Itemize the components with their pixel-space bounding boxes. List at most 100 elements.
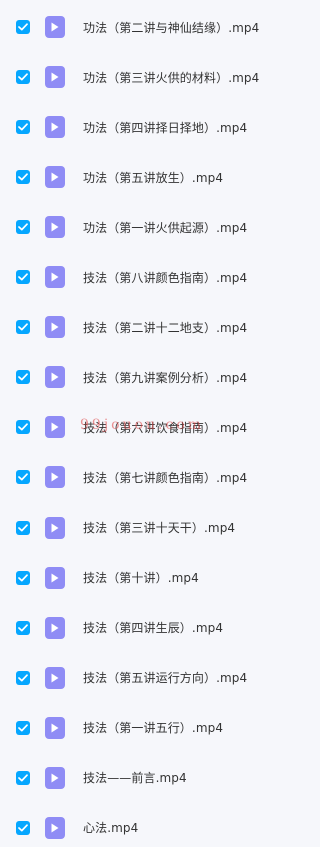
play-icon <box>51 322 59 332</box>
video-file-icon <box>45 666 65 689</box>
checkmark-icon <box>18 323 28 331</box>
checkmark-icon <box>18 724 28 732</box>
play-icon <box>51 723 59 733</box>
play-icon <box>51 22 59 32</box>
play-icon <box>51 823 59 833</box>
file-checkbox[interactable] <box>16 470 30 485</box>
file-name: 功法（第二讲与神仙结缘）.mp4 <box>83 20 260 35</box>
file-checkbox[interactable] <box>16 420 30 435</box>
video-file-icon <box>45 16 65 38</box>
checkmark-icon <box>18 423 28 431</box>
file-name: 功法（第一讲火供起源）.mp4 <box>83 220 248 235</box>
file-checkbox[interactable] <box>16 720 30 735</box>
file-checkbox[interactable] <box>16 370 30 385</box>
file-checkbox[interactable] <box>16 570 30 585</box>
play-icon <box>51 673 59 683</box>
checkmark-icon <box>18 73 28 81</box>
file-row[interactable]: 功法（第五讲放生）.mp4 <box>0 152 295 202</box>
file-row[interactable]: 技法（第三讲十天干）.mp4 <box>0 503 295 553</box>
file-name: 技法（第四讲生辰）.mp4 <box>83 621 224 636</box>
checkmark-icon <box>18 473 28 481</box>
file-checkbox[interactable] <box>16 20 30 34</box>
video-file-icon <box>45 816 65 839</box>
file-row[interactable]: 功法（第二讲与神仙结缘）.mp4 <box>0 2 295 52</box>
file-row[interactable]: 技法（第四讲生辰）.mp4 <box>0 603 295 653</box>
video-file-icon <box>45 216 65 239</box>
file-name: 技法（第一讲五行）.mp4 <box>83 721 224 736</box>
video-file-icon <box>45 466 65 489</box>
file-checkbox[interactable] <box>16 220 30 235</box>
play-icon <box>51 72 59 82</box>
file-row[interactable]: 技法（第八讲颜色指南）.mp4 <box>0 252 295 302</box>
file-name: 技法（第七讲颜色指南）.mp4 <box>83 470 248 485</box>
video-file-icon <box>45 316 65 339</box>
checkmark-icon <box>18 774 28 782</box>
play-icon <box>51 122 59 132</box>
play-icon <box>51 573 59 583</box>
play-icon <box>51 272 59 282</box>
file-checkbox[interactable] <box>16 820 30 835</box>
play-icon <box>51 372 59 382</box>
play-icon <box>51 523 59 532</box>
video-file-icon <box>45 166 65 189</box>
play-icon <box>51 472 59 482</box>
file-name: 技法（第八讲颜色指南）.mp4 <box>83 270 248 285</box>
checkmark-icon <box>18 123 28 131</box>
file-row[interactable]: 技法（第十讲）.mp4 <box>0 553 295 603</box>
file-row[interactable]: 技法（第九讲案例分析）.mp4 <box>0 352 295 402</box>
file-checkbox[interactable] <box>16 70 30 85</box>
file-name: 心法.mp4 <box>83 821 139 836</box>
file-row[interactable]: 功法（第四讲择日择地）.mp4 <box>0 102 295 152</box>
file-checkbox[interactable] <box>16 770 30 785</box>
play-icon <box>51 623 59 633</box>
checkmark-icon <box>18 573 28 581</box>
file-name: 技法（第六讲饮食指南）.mp4 <box>83 420 248 435</box>
file-name: 技法——前言.mp4 <box>83 771 187 786</box>
video-file-icon <box>45 66 65 89</box>
file-list: 功法（第二讲与神仙结缘）.mp4 功法（第三讲火供的材料）.mp4 功法（第四讲择日… <box>0 0 295 847</box>
video-file-icon <box>45 516 65 539</box>
file-checkbox[interactable] <box>16 170 30 185</box>
file-row[interactable]: 技法（第二讲十二地支）.mp4 <box>0 302 295 352</box>
file-checkbox[interactable] <box>16 120 30 135</box>
file-checkbox[interactable] <box>16 520 30 535</box>
file-name: 技法（第二讲十二地支）.mp4 <box>83 320 248 335</box>
checkmark-icon <box>18 173 28 181</box>
video-file-icon <box>45 716 65 739</box>
play-icon <box>51 773 59 783</box>
file-row[interactable]: 技法（第一讲五行）.mp4 <box>0 703 295 753</box>
file-row[interactable]: 心法.mp4 <box>0 803 295 847</box>
file-name: 功法（第四讲择日择地）.mp4 <box>83 120 248 135</box>
checkmark-icon <box>18 373 28 381</box>
play-icon <box>51 222 59 232</box>
video-file-icon <box>45 116 65 139</box>
play-icon <box>51 422 59 432</box>
video-file-icon <box>45 366 65 389</box>
checkmark-icon <box>18 623 28 632</box>
video-file-icon <box>45 616 65 639</box>
checkmark-icon <box>18 273 28 281</box>
checkmark-icon <box>18 223 28 231</box>
file-name: 技法（第五讲运行方向）.mp4 <box>83 671 248 686</box>
checkmark-icon <box>18 523 28 531</box>
file-name: 功法（第三讲火供的材料）.mp4 <box>83 70 260 85</box>
file-row[interactable]: 技法（第五讲运行方向）.mp4 <box>0 653 295 703</box>
checkmark-icon <box>18 673 28 682</box>
file-row[interactable]: 技法（第六讲饮食指南）.mp4 <box>0 402 295 452</box>
file-checkbox[interactable] <box>16 270 30 285</box>
video-file-icon <box>45 766 65 789</box>
video-file-icon <box>45 266 65 289</box>
video-file-icon <box>45 566 65 589</box>
file-row[interactable]: 技法——前言.mp4 <box>0 753 295 803</box>
file-row[interactable]: 功法（第一讲火供起源）.mp4 <box>0 202 295 252</box>
play-icon <box>51 172 59 182</box>
checkmark-icon <box>18 23 28 31</box>
file-row[interactable]: 技法（第七讲颜色指南）.mp4 <box>0 452 295 502</box>
file-checkbox[interactable] <box>16 320 30 335</box>
file-checkbox[interactable] <box>16 670 30 685</box>
file-row[interactable]: 功法（第三讲火供的材料）.mp4 <box>0 52 295 102</box>
file-checkbox[interactable] <box>16 620 30 635</box>
file-name: 功法（第五讲放生）.mp4 <box>83 170 224 185</box>
checkmark-icon <box>18 824 28 832</box>
file-name: 技法（第九讲案例分析）.mp4 <box>83 370 248 385</box>
